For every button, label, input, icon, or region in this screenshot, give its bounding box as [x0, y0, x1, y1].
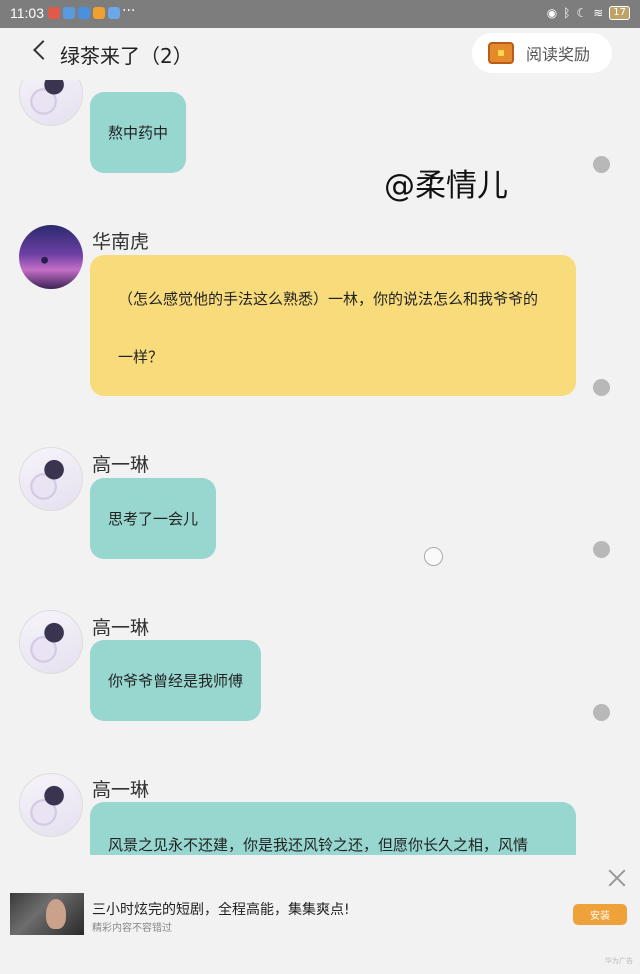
ad-banner[interactable]: 三小时炫完的短剧，全程高能，集集爽点! 精彩内容不容错过 安装 华为广告 [0, 855, 640, 974]
message-status-dot[interactable] [593, 541, 610, 558]
wifi-icon: ≋ [593, 6, 604, 20]
sender-name: 高一琳 [92, 617, 150, 639]
status-bar: 11:03 ··· ◉ ᛒ ☾ ≋ 17 [0, 0, 640, 28]
weather-notification-icon [108, 7, 120, 19]
reading-reward-label: 阅读奖励 [526, 45, 591, 64]
message-text: 风景之见永不还建，你是我还风铃之还，但愿你长久之相，风情 [108, 836, 529, 854]
watermark: @柔情儿 [384, 168, 508, 204]
avatar[interactable] [19, 610, 83, 674]
message-bubble: 风景之见永不还建，你是我还风铃之还，但愿你长久之相，风情 [90, 802, 576, 855]
install-button[interactable]: 安装 [573, 904, 627, 925]
reading-reward-button[interactable]: 阅读奖励 [472, 33, 612, 73]
ad-thumbnail[interactable] [10, 893, 84, 935]
ad-title[interactable]: 三小时炫完的短剧，全程高能，集集爽点! [92, 899, 350, 919]
message-bubble: 熬中药中 [90, 92, 187, 173]
eye-comfort-icon: ◉ [546, 6, 558, 20]
ad-tag: 华为广告 [605, 957, 633, 965]
message-text-line: 一样？ [118, 348, 164, 366]
message-status-dot[interactable] [593, 704, 610, 721]
message-text: 你爷爷曾经是我师傅 [108, 672, 244, 690]
system-status: ◉ ᛒ ☾ ≋ 17 [547, 6, 630, 20]
message-status-dot[interactable] [593, 156, 610, 173]
message-bubble: 你爷爷曾经是我师傅 [90, 640, 262, 721]
app-notification-icon [48, 7, 60, 19]
avatar[interactable] [19, 80, 83, 126]
chat-area[interactable]: @柔情儿 熬中药中 华南虎 （怎么感觉他的手法这么熟悉）一林，你的说法怎么和我爷… [0, 80, 640, 855]
status-time: 11:03 [10, 5, 44, 21]
chat-header: 绿茶来了（2） 阅读奖励 [0, 28, 640, 80]
avatar[interactable] [19, 225, 83, 289]
more-notifications-icon: ··· [122, 3, 136, 19]
message-bubble: （怎么感觉他的手法这么熟悉）一林，你的说法怎么和我爷爷的 一样？ [90, 255, 576, 396]
sender-name: 华南虎 [92, 231, 150, 253]
bluetooth-icon: ᛒ [563, 6, 571, 20]
message-text: 熬中药中 [108, 124, 169, 142]
sender-name: 高一琳 [92, 454, 150, 476]
message-text: 思考了一会儿 [108, 510, 199, 528]
moon-icon: ☾ [576, 6, 588, 20]
ad-subtitle: 精彩内容不容错过 [92, 923, 172, 934]
close-icon[interactable] [608, 869, 626, 887]
treasure-chest-icon [488, 42, 514, 64]
sender-name: 高一琳 [92, 779, 150, 801]
video-notification-icon [93, 7, 105, 19]
message-status-dot[interactable] [593, 379, 610, 396]
page-title: 绿茶来了（2） [60, 44, 193, 68]
avatar[interactable] [19, 773, 83, 837]
message-text-line: （怎么感觉他的手法这么熟悉）一林，你的说法怎么和我爷爷的 [118, 290, 539, 308]
notification-icons [48, 7, 120, 19]
back-arrow-icon[interactable] [33, 40, 53, 60]
cloud-notification-icon [63, 7, 75, 19]
avatar[interactable] [19, 447, 83, 511]
battery-icon: 17 [609, 6, 630, 20]
message-bubble: 思考了一会儿 [90, 478, 217, 559]
floating-cursor-ring [424, 547, 443, 566]
browser-notification-icon [78, 7, 90, 19]
